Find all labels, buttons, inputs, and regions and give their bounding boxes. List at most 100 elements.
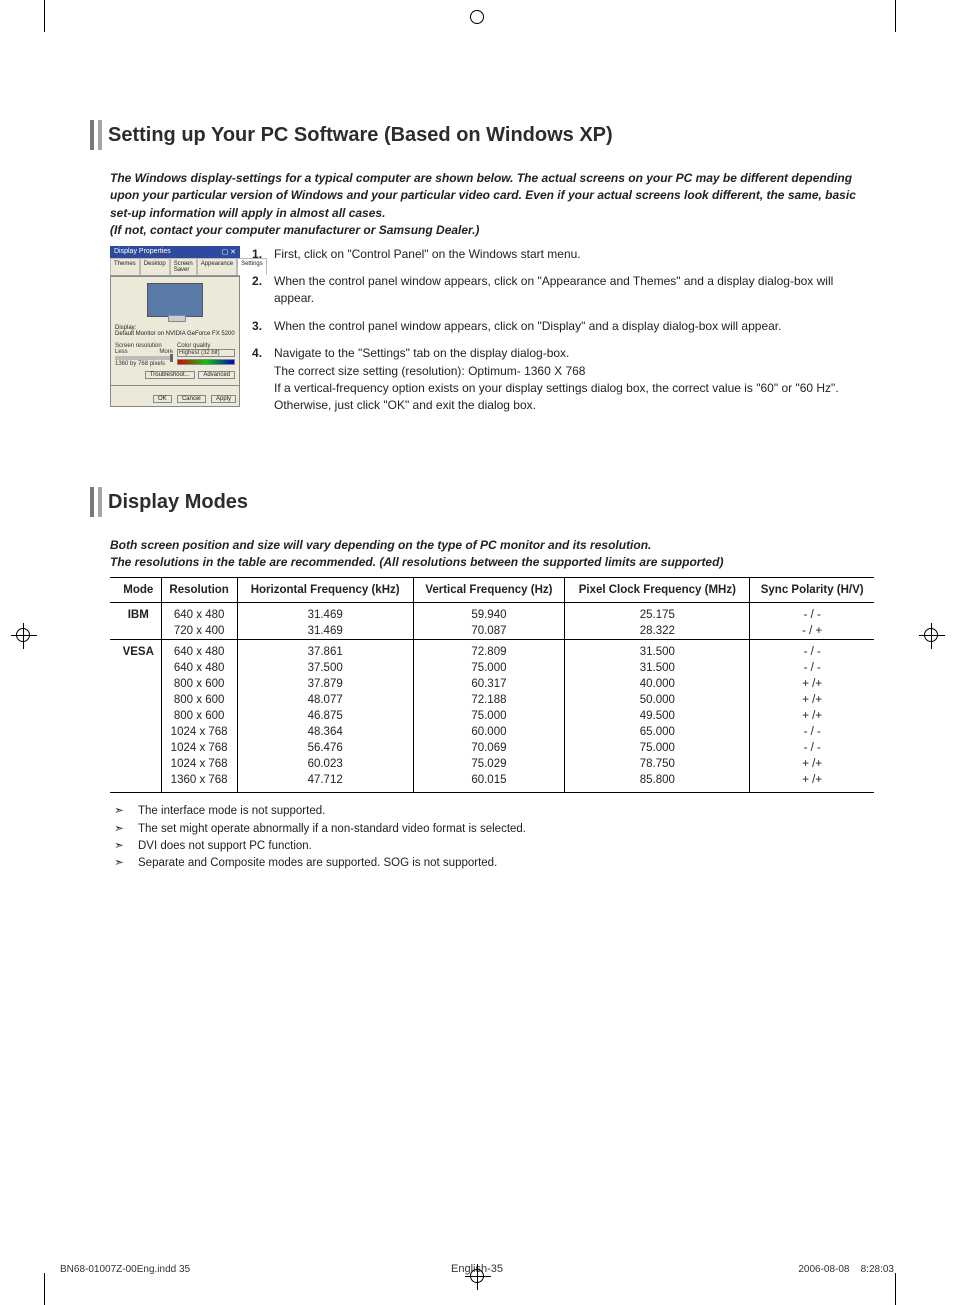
table-cell: 60.000 xyxy=(413,724,565,740)
table-cell: 75.000 xyxy=(413,708,565,724)
table-cell: - / - xyxy=(750,603,874,624)
crop-rule xyxy=(895,0,896,32)
table-cell: - / - xyxy=(750,640,874,661)
table-cell: 640 x 480 xyxy=(161,640,237,661)
table-cell: 28.322 xyxy=(565,623,750,640)
table-cell: IBM xyxy=(110,603,161,624)
manual-page: Setting up Your PC Software (Based on Wi… xyxy=(0,0,954,1305)
table-cell xyxy=(110,692,161,708)
table-cell: 78.750 xyxy=(565,756,750,772)
section-title-pc-software: Setting up Your PC Software (Based on Wi… xyxy=(98,120,874,150)
table-cell: - / - xyxy=(750,724,874,740)
arrow-icon: ➣ xyxy=(110,821,128,838)
table-cell: 56.476 xyxy=(237,740,413,756)
table-cell: - / - xyxy=(750,740,874,756)
step-3: When the control panel window appears, c… xyxy=(252,318,874,335)
tab-screensaver: Screen Saver xyxy=(170,258,197,275)
footer-date: 2006-08-08 xyxy=(798,1264,849,1275)
table-cell: 72.809 xyxy=(413,640,565,661)
note-item: ➣Separate and Composite modes are suppor… xyxy=(110,855,874,872)
table-cell: + /+ xyxy=(750,756,874,772)
table-row: IBM640 x 48031.46959.94025.175- / - xyxy=(110,603,874,624)
table-cell: 60.317 xyxy=(413,676,565,692)
th-hfreq: Horizontal Frequency (kHz) xyxy=(237,578,413,603)
table-cell: 1360 x 768 xyxy=(161,772,237,793)
table-cell: 1024 x 768 xyxy=(161,724,237,740)
table-cell: 48.364 xyxy=(237,724,413,740)
section-intro: Both screen position and size will vary … xyxy=(110,537,874,572)
table-cell: 800 x 600 xyxy=(161,692,237,708)
btn-apply: Apply xyxy=(211,395,236,403)
table-cell: 1024 x 768 xyxy=(161,756,237,772)
footer-time: 8:28:03 xyxy=(861,1264,894,1275)
table-cell: + /+ xyxy=(750,692,874,708)
btn-cancel: Cancel xyxy=(177,395,206,403)
table-cell xyxy=(110,708,161,724)
step-1: First, click on "Control Panel" on the W… xyxy=(252,246,874,263)
table-cell xyxy=(110,756,161,772)
table-row: 1024 x 76856.47670.06975.000- / - xyxy=(110,740,874,756)
step-2: When the control panel window appears, c… xyxy=(252,273,874,308)
th-syncpol: Sync Polarity (H/V) xyxy=(750,578,874,603)
footer-doc-id: BN68-01007Z-00Eng.indd 35 xyxy=(60,1264,190,1275)
table-row: 1024 x 76860.02375.02978.750+ /+ xyxy=(110,756,874,772)
table-cell: VESA xyxy=(110,640,161,661)
table-cell: 60.023 xyxy=(237,756,413,772)
step-4: Navigate to the "Settings" tab on the di… xyxy=(252,345,874,415)
arrow-icon: ➣ xyxy=(110,838,128,855)
table-cell: 640 x 480 xyxy=(161,660,237,676)
table-cell: - / + xyxy=(750,623,874,640)
tab-desktop: Desktop xyxy=(140,258,170,275)
table-row: 1360 x 76847.71260.01585.800+ /+ xyxy=(110,772,874,793)
table-cell xyxy=(110,676,161,692)
step-text: When the control panel window appears, c… xyxy=(274,274,833,305)
step-subtext: The correct size setting (resolution): O… xyxy=(274,363,874,380)
section-intro: The Windows display-settings for a typic… xyxy=(110,170,874,240)
res-value: 1360 by 768 pixels xyxy=(115,361,173,367)
table-cell: 31.469 xyxy=(237,603,413,624)
table-row: 1024 x 76848.36460.00065.000- / - xyxy=(110,724,874,740)
table-cell: 37.500 xyxy=(237,660,413,676)
window-title: Display Properties xyxy=(114,248,171,255)
table-cell: 800 x 600 xyxy=(161,676,237,692)
table-cell: 31.469 xyxy=(237,623,413,640)
note-item: ➣DVI does not support PC function. xyxy=(110,838,874,855)
note-text: The interface mode is not supported. xyxy=(138,803,325,820)
btn-troubleshoot: Troubleshoot... xyxy=(145,371,195,379)
arrow-icon: ➣ xyxy=(110,855,128,872)
step-text: When the control panel window appears, c… xyxy=(274,319,781,333)
tab-bar: Themes Desktop Screen Saver Appearance S… xyxy=(110,258,240,276)
display-device-text: Default Monitor on NVIDIA GeForce FX 520… xyxy=(115,331,235,337)
table-cell: 37.879 xyxy=(237,676,413,692)
table-cell: 75.000 xyxy=(565,740,750,756)
table-cell: 70.069 xyxy=(413,740,565,756)
th-pixelclock: Pixel Clock Frequency (MHz) xyxy=(565,578,750,603)
table-cell: 37.861 xyxy=(237,640,413,661)
table-cell: 70.087 xyxy=(413,623,565,640)
btn-ok: OK xyxy=(153,395,172,403)
title-text: Display Modes xyxy=(108,491,248,513)
table-cell: + /+ xyxy=(750,772,874,793)
note-item: ➣The interface mode is not supported. xyxy=(110,803,874,820)
table-cell: 1024 x 768 xyxy=(161,740,237,756)
table-cell: 49.500 xyxy=(565,708,750,724)
table-row: 800 x 60048.07772.18850.000+ /+ xyxy=(110,692,874,708)
table-row: 720 x 40031.46970.08728.322- / + xyxy=(110,623,874,640)
registration-mark-icon xyxy=(470,10,484,24)
setup-steps: First, click on "Control Panel" on the W… xyxy=(252,246,874,425)
table-cell: 75.029 xyxy=(413,756,565,772)
registration-mark-icon xyxy=(16,628,30,642)
step-text: First, click on "Control Panel" on the W… xyxy=(274,247,581,261)
table-cell xyxy=(110,740,161,756)
note-text: The set might operate abnormally if a no… xyxy=(138,821,526,838)
table-cell: 59.940 xyxy=(413,603,565,624)
note-item: ➣ The set might operate abnormally if a n… xyxy=(110,821,874,838)
table-cell: 720 x 400 xyxy=(161,623,237,640)
registration-mark-icon xyxy=(924,628,938,642)
crop-rule xyxy=(44,1273,45,1305)
table-cell: + /+ xyxy=(750,676,874,692)
table-cell: 75.000 xyxy=(413,660,565,676)
table-cell: 25.175 xyxy=(565,603,750,624)
table-row: 800 x 60046.87575.00049.500+ /+ xyxy=(110,708,874,724)
display-properties-screenshot: Display Properties ▢ ✕ Themes Desktop Sc… xyxy=(110,246,240,425)
